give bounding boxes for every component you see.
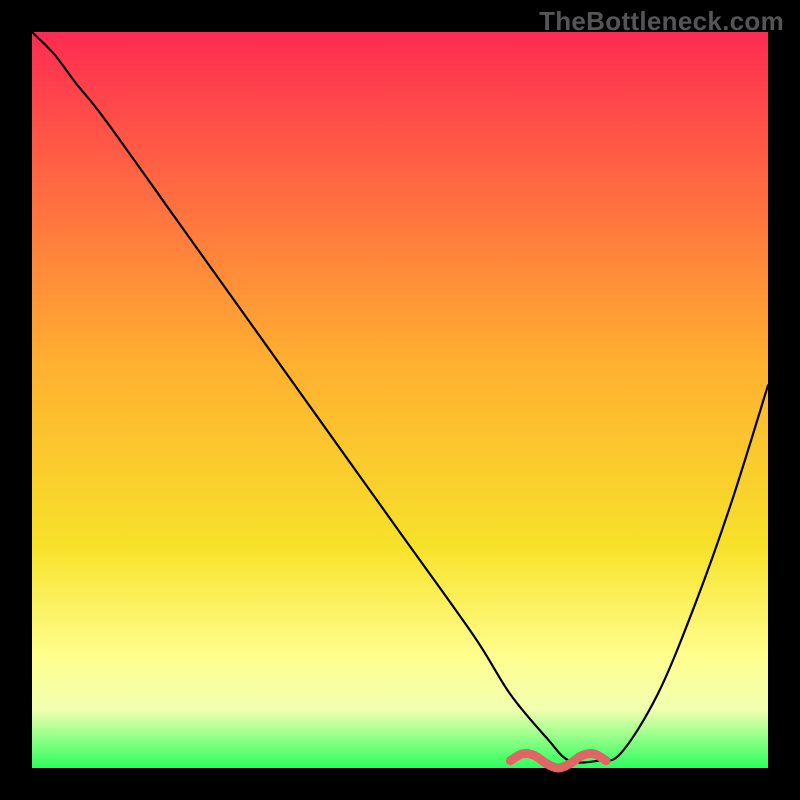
chart-frame: { "watermark": "TheBottleneck.com", "col… (0, 0, 800, 800)
chart-svg (0, 0, 800, 800)
plot-background (32, 32, 768, 768)
watermark-text: TheBottleneck.com (539, 6, 784, 37)
